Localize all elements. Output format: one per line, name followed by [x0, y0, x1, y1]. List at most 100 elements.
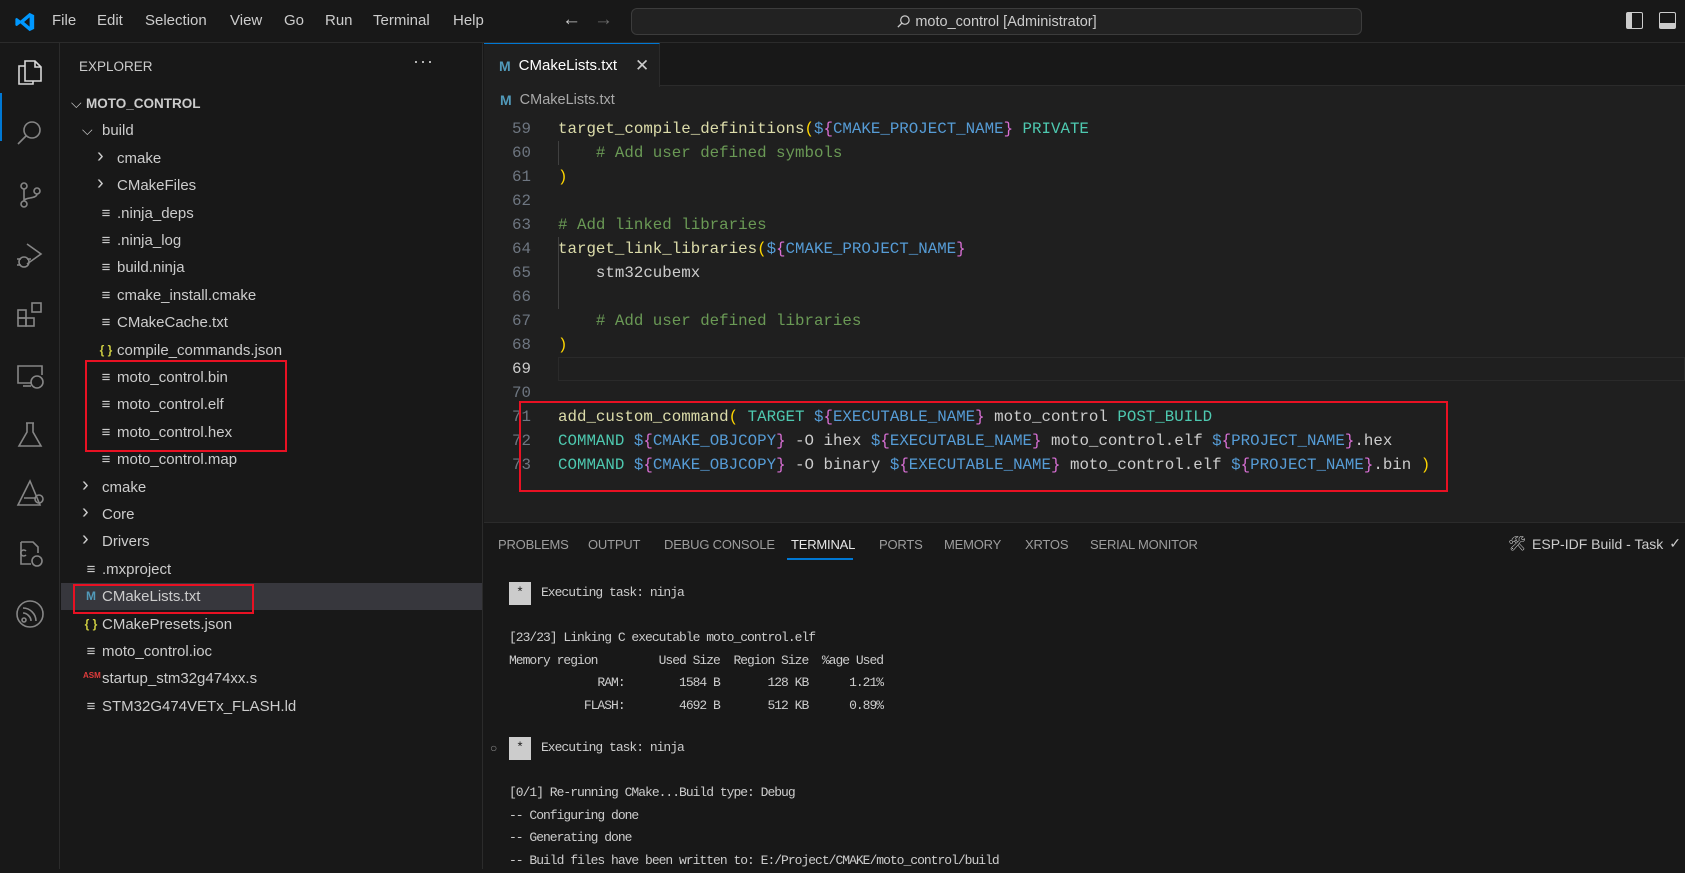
tree-folder[interactable]: › CMakeFiles	[61, 172, 482, 199]
tree-item-label: moto_control.elf	[117, 396, 224, 414]
code-token: target_compile_definitions	[558, 120, 805, 138]
toggle-panel-icon[interactable]	[1659, 12, 1676, 29]
menu-file[interactable]: File	[52, 12, 76, 29]
tree-file[interactable]: ≡ moto_control.map	[61, 446, 482, 473]
tree-folder[interactable]: › Drivers	[61, 528, 482, 555]
panel-tab-serial-monitor[interactable]: SERIAL MONITOR	[1090, 537, 1198, 552]
tree-folder[interactable]: › cmake	[61, 145, 482, 172]
tree-folder[interactable]: ⌵ build	[61, 117, 482, 144]
code-line[interactable]: 72 COMMAND ${CMAKE_OBJCOPY} -O ihex ${EXE…	[484, 429, 1685, 453]
breadcrumb-file[interactable]: CMakeLists.txt	[520, 92, 615, 108]
menu-terminal[interactable]: Terminal	[373, 12, 430, 29]
code-token: moto_control.elf	[1060, 456, 1232, 474]
code-line[interactable]: 73 COMMAND ${CMAKE_OBJCOPY} -O binary ${E…	[484, 453, 1685, 477]
cmake-icon[interactable]	[14, 538, 46, 570]
tree-file[interactable]: { } CMakePresets.json	[61, 611, 482, 638]
code-line[interactable]: 64 target_link_libraries(${CMAKE_PROJECT_…	[484, 237, 1685, 261]
run-debug-icon[interactable]	[14, 239, 46, 271]
back-arrow-icon[interactable]: ←	[562, 9, 581, 31]
code-line[interactable]: 71 add_custom_command( TARGET ${EXECUTABL…	[484, 405, 1685, 429]
tree-item-label: .ninja_deps	[117, 204, 194, 222]
panel-tab-memory[interactable]: MEMORY	[944, 537, 1001, 552]
close-icon[interactable]: ✕	[635, 56, 649, 76]
code-token: $	[633, 432, 644, 450]
code-line[interactable]: 70	[484, 381, 1685, 405]
tree-file[interactable]: ≡ .mxproject	[61, 556, 482, 583]
espressif-icon[interactable]	[14, 598, 46, 630]
json-icon: { }	[84, 616, 98, 631]
panel-tab-terminal[interactable]: TERMINAL	[791, 537, 855, 552]
code-token: }	[1344, 432, 1355, 450]
tree-item-label: cmake	[117, 149, 162, 167]
testing-icon[interactable]	[14, 419, 46, 451]
menu-help[interactable]: Help	[453, 12, 484, 29]
code-line[interactable]: 61)	[484, 165, 1685, 189]
tree-file[interactable]: ≡ STM32G474VETx_FLASH.ld	[61, 693, 482, 720]
code-line[interactable]: 68)	[484, 333, 1685, 357]
tree-file[interactable]: M CMakeLists.txt	[61, 583, 482, 611]
asm-file-icon: ASM	[83, 671, 101, 681]
terminal-task-label[interactable]: 🛠 ESP-IDF Build - Task ✓	[1508, 535, 1681, 552]
code-line[interactable]: 62	[484, 189, 1685, 213]
remote-explorer-icon[interactable]	[14, 359, 46, 391]
panel-tab-output[interactable]: OUTPUT	[588, 537, 640, 552]
tree-root[interactable]: ⌵ MOTO_CONTROL	[61, 90, 482, 117]
panel-tab-debug-console[interactable]: DEBUG CONSOLE	[664, 537, 775, 552]
code-line[interactable]: 59 target_compile_definitions(${CMAKE_PRO…	[484, 117, 1685, 141]
tree-folder[interactable]: › Core	[61, 501, 482, 528]
code-line[interactable]: 60 # Add user defined symbols	[484, 141, 1685, 165]
panel-tab-problems[interactable]: PROBLEMS	[498, 537, 569, 552]
breadcrumb[interactable]: M CMakeLists.txt	[500, 87, 615, 113]
code-token: # Add user defined symbols	[595, 144, 843, 162]
code-line[interactable]: 69	[484, 357, 1685, 381]
line-number: 66	[512, 288, 531, 306]
tree-file[interactable]: ≡ moto_control.ioc	[61, 638, 482, 665]
title-bar: File Edit Selection View Go Run Terminal…	[0, 0, 1685, 43]
tree-file[interactable]: ≡ .ninja_deps	[61, 200, 482, 227]
code-token: .hex	[1354, 432, 1393, 450]
panel-tab-ports[interactable]: PORTS	[879, 537, 923, 552]
tree-file[interactable]: ≡ .ninja_log	[61, 227, 482, 254]
menu-go[interactable]: Go	[284, 12, 304, 29]
file-lines-icon: ≡	[101, 232, 111, 249]
code-line[interactable]: 66	[484, 285, 1685, 309]
tree-file[interactable]: ≡ moto_control.elf	[61, 391, 482, 418]
menu-selection[interactable]: Selection	[145, 12, 207, 29]
tree-file[interactable]: { } compile_commands.json	[61, 337, 482, 364]
line-number: 62	[512, 192, 531, 210]
extensions-icon[interactable]	[14, 299, 46, 331]
search-icon[interactable]	[14, 117, 46, 149]
code-line[interactable]: 65 stm32cubemx	[484, 261, 1685, 285]
file-lines-icon: ≡	[101, 369, 111, 386]
command-center[interactable]: moto_control [Administrator]	[631, 8, 1362, 35]
explorer-icon[interactable]	[14, 56, 46, 88]
forward-arrow-icon[interactable]: →	[594, 9, 613, 31]
file-lines-icon: ≡	[101, 259, 111, 277]
code-token: add_custom_command	[558, 408, 729, 426]
code-token: $	[889, 456, 900, 474]
tree-file[interactable]: ≡ build.ninja	[61, 254, 482, 281]
cmake-file-icon: M	[499, 57, 511, 74]
tree-folder[interactable]: › cmake	[61, 474, 482, 501]
tree-file[interactable]: ≡ moto_control.bin	[61, 364, 482, 391]
tab-cmakelists[interactable]: M CMakeLists.txt ✕	[484, 43, 660, 87]
toggle-sidebar-icon[interactable]	[1626, 12, 1643, 29]
stm32-icon[interactable]	[14, 478, 46, 510]
tree-file[interactable]: ≡ moto_control.hex	[61, 419, 482, 446]
menu-run[interactable]: Run	[325, 12, 353, 29]
menu-view[interactable]: View	[230, 12, 262, 29]
panel-tab-xrtos[interactable]: XRTOS	[1025, 537, 1069, 552]
tree-file[interactable]: ≡ cmake_install.cmake	[61, 282, 482, 309]
terminal-line: RAM: 1584 B 128 KB 1.21%	[509, 672, 884, 695]
more-actions-icon[interactable]: ···	[413, 51, 434, 72]
terminal-line: -- Build files have been written to: E:/…	[509, 850, 1000, 873]
code-line[interactable]: 67 # Add user defined libraries	[484, 309, 1685, 333]
menu-edit[interactable]: Edit	[97, 12, 123, 29]
active-indicator	[0, 93, 2, 141]
code-line[interactable]: 63 # Add linked libraries	[484, 213, 1685, 237]
source-control-icon[interactable]	[14, 179, 46, 211]
tree-file[interactable]: ASM startup_stm32g474xx.s	[61, 665, 482, 692]
tree-file[interactable]: ≡ CMakeCache.txt	[61, 309, 482, 336]
